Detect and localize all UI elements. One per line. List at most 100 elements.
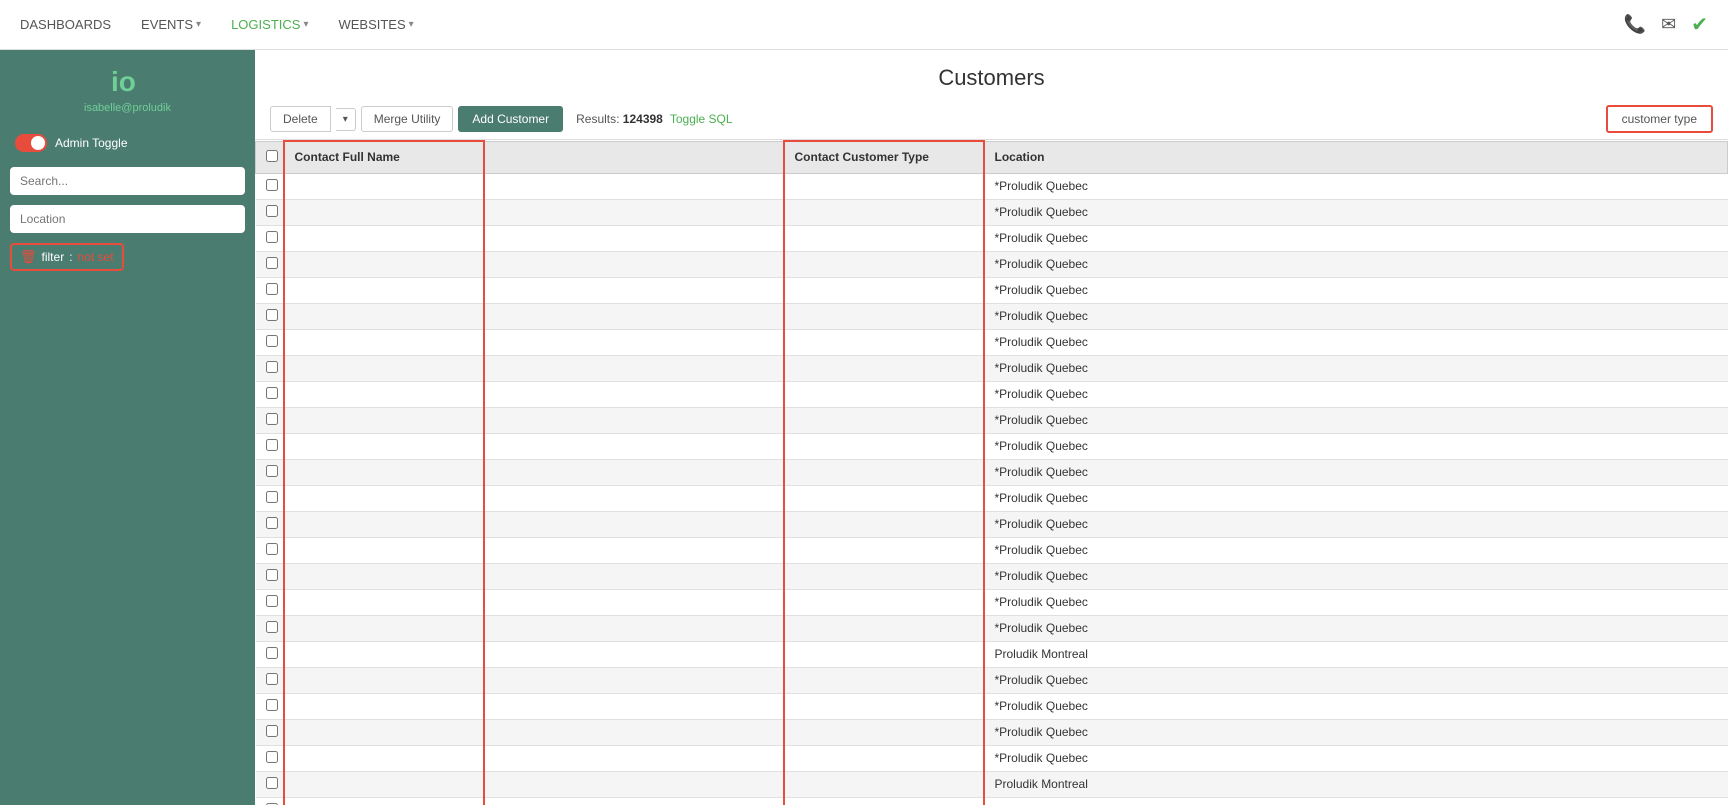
customer-type-cell[interactable] [784, 381, 984, 407]
location-cell[interactable]: *Proludik Quebec [984, 251, 1728, 277]
row-checkbox[interactable] [266, 491, 278, 503]
row-checkbox[interactable] [266, 621, 278, 633]
row-checkbox[interactable] [266, 387, 278, 399]
row-checkbox[interactable] [266, 673, 278, 685]
location-cell[interactable]: *Proludik Quebec [984, 303, 1728, 329]
contact-name-cell[interactable] [284, 771, 484, 797]
row-checkbox[interactable] [266, 517, 278, 529]
row-checkbox[interactable] [266, 569, 278, 581]
search-input[interactable] [10, 167, 245, 195]
location-cell[interactable]: *Proludik Quebec [984, 745, 1728, 771]
row-checkbox[interactable] [266, 777, 278, 789]
contact-name-cell[interactable] [284, 199, 484, 225]
contact-name-cell[interactable] [284, 589, 484, 615]
location-cell[interactable]: *Proludik Quebec [984, 485, 1728, 511]
customer-type-cell[interactable] [784, 277, 984, 303]
contact-name-cell[interactable] [284, 303, 484, 329]
row-checkbox[interactable] [266, 283, 278, 295]
row-checkbox[interactable] [266, 543, 278, 555]
customer-type-cell[interactable] [784, 511, 984, 537]
contact-name-cell[interactable] [284, 459, 484, 485]
contact-name-cell[interactable] [284, 563, 484, 589]
contact-name-cell[interactable] [284, 355, 484, 381]
customer-type-cell[interactable] [784, 303, 984, 329]
row-checkbox[interactable] [266, 439, 278, 451]
location-cell[interactable]: *Proludik Quebec [984, 277, 1728, 303]
customer-type-cell[interactable] [784, 589, 984, 615]
customer-type-cell[interactable] [784, 771, 984, 797]
toggle-sql-link[interactable]: Toggle SQL [670, 112, 733, 126]
contact-name-cell[interactable] [284, 433, 484, 459]
location-cell[interactable]: *Proludik Quebec [984, 563, 1728, 589]
nav-logistics[interactable]: LOGISTICS ▾ [231, 12, 308, 37]
contact-name-cell[interactable] [284, 173, 484, 199]
location-cell[interactable]: *Proludik Quebec [984, 355, 1728, 381]
nav-dashboards[interactable]: DASHBOARDS [20, 12, 111, 37]
location-cell[interactable]: *Proludik Quebec [984, 329, 1728, 355]
contact-name-cell[interactable] [284, 641, 484, 667]
location-input[interactable] [10, 205, 245, 233]
delete-button[interactable]: Delete [270, 106, 331, 132]
location-cell[interactable]: *Proludik Quebec [984, 589, 1728, 615]
customer-type-cell[interactable] [784, 433, 984, 459]
row-checkbox[interactable] [266, 361, 278, 373]
contact-name-cell[interactable] [284, 693, 484, 719]
row-checkbox[interactable] [266, 751, 278, 763]
phone-icon[interactable]: 📞 [1624, 14, 1646, 35]
customer-type-cell[interactable] [784, 173, 984, 199]
add-customer-button[interactable]: Add Customer [458, 106, 563, 132]
contact-name-cell[interactable] [284, 277, 484, 303]
admin-toggle-switch[interactable] [15, 134, 47, 152]
location-cell[interactable]: *Proludik Quebec [984, 667, 1728, 693]
contact-name-cell[interactable] [284, 511, 484, 537]
customer-type-cell[interactable] [784, 251, 984, 277]
merge-utility-button[interactable]: Merge Utility [361, 106, 454, 132]
row-checkbox[interactable] [266, 413, 278, 425]
customer-type-cell[interactable] [784, 485, 984, 511]
customer-type-cell[interactable] [784, 641, 984, 667]
location-cell[interactable]: *Proludik Quebec [984, 173, 1728, 199]
customer-type-cell[interactable] [784, 797, 984, 805]
row-checkbox[interactable] [266, 595, 278, 607]
row-checkbox[interactable] [266, 725, 278, 737]
delete-dropdown-arrow[interactable]: ▾ [336, 108, 356, 131]
location-cell[interactable]: *Proludik Quebec [984, 693, 1728, 719]
customer-type-cell[interactable] [784, 745, 984, 771]
filter-badge[interactable]: 🗑 filter: not set [10, 243, 124, 271]
customer-type-cell[interactable] [784, 459, 984, 485]
customer-type-cell[interactable] [784, 537, 984, 563]
customer-type-cell[interactable] [784, 225, 984, 251]
contact-name-cell[interactable] [284, 615, 484, 641]
nav-websites[interactable]: WEBSITES ▾ [338, 12, 413, 37]
row-checkbox[interactable] [266, 231, 278, 243]
row-checkbox[interactable] [266, 335, 278, 347]
customer-type-button[interactable]: customer type [1606, 105, 1713, 133]
location-cell[interactable]: *Proludik Quebec [984, 381, 1728, 407]
location-cell[interactable]: *Proludik Quebec [984, 719, 1728, 745]
row-checkbox[interactable] [266, 205, 278, 217]
customer-type-cell[interactable] [784, 355, 984, 381]
location-cell[interactable]: Proludik Montreal [984, 771, 1728, 797]
row-checkbox[interactable] [266, 257, 278, 269]
contact-name-cell[interactable] [284, 745, 484, 771]
customer-type-cell[interactable] [784, 615, 984, 641]
row-checkbox[interactable] [266, 699, 278, 711]
location-cell[interactable]: *Proludik Quebec [984, 199, 1728, 225]
contact-name-cell[interactable] [284, 667, 484, 693]
location-cell[interactable]: *Proludik Quebec [984, 407, 1728, 433]
customer-type-cell[interactable] [784, 693, 984, 719]
row-checkbox[interactable] [266, 647, 278, 659]
location-cell[interactable]: Proludik Montreal [984, 797, 1728, 805]
customer-type-cell[interactable] [784, 667, 984, 693]
customer-type-cell[interactable] [784, 719, 984, 745]
select-all-checkbox[interactable] [266, 150, 278, 162]
mail-icon[interactable]: ✉ [1661, 14, 1676, 35]
location-cell[interactable]: Proludik Montreal [984, 641, 1728, 667]
customer-type-cell[interactable] [784, 329, 984, 355]
location-cell[interactable]: *Proludik Quebec [984, 225, 1728, 251]
contact-name-cell[interactable] [284, 537, 484, 563]
nav-events[interactable]: EVENTS ▾ [141, 12, 201, 37]
contact-name-cell[interactable] [284, 485, 484, 511]
row-checkbox[interactable] [266, 179, 278, 191]
location-cell[interactable]: *Proludik Quebec [984, 511, 1728, 537]
